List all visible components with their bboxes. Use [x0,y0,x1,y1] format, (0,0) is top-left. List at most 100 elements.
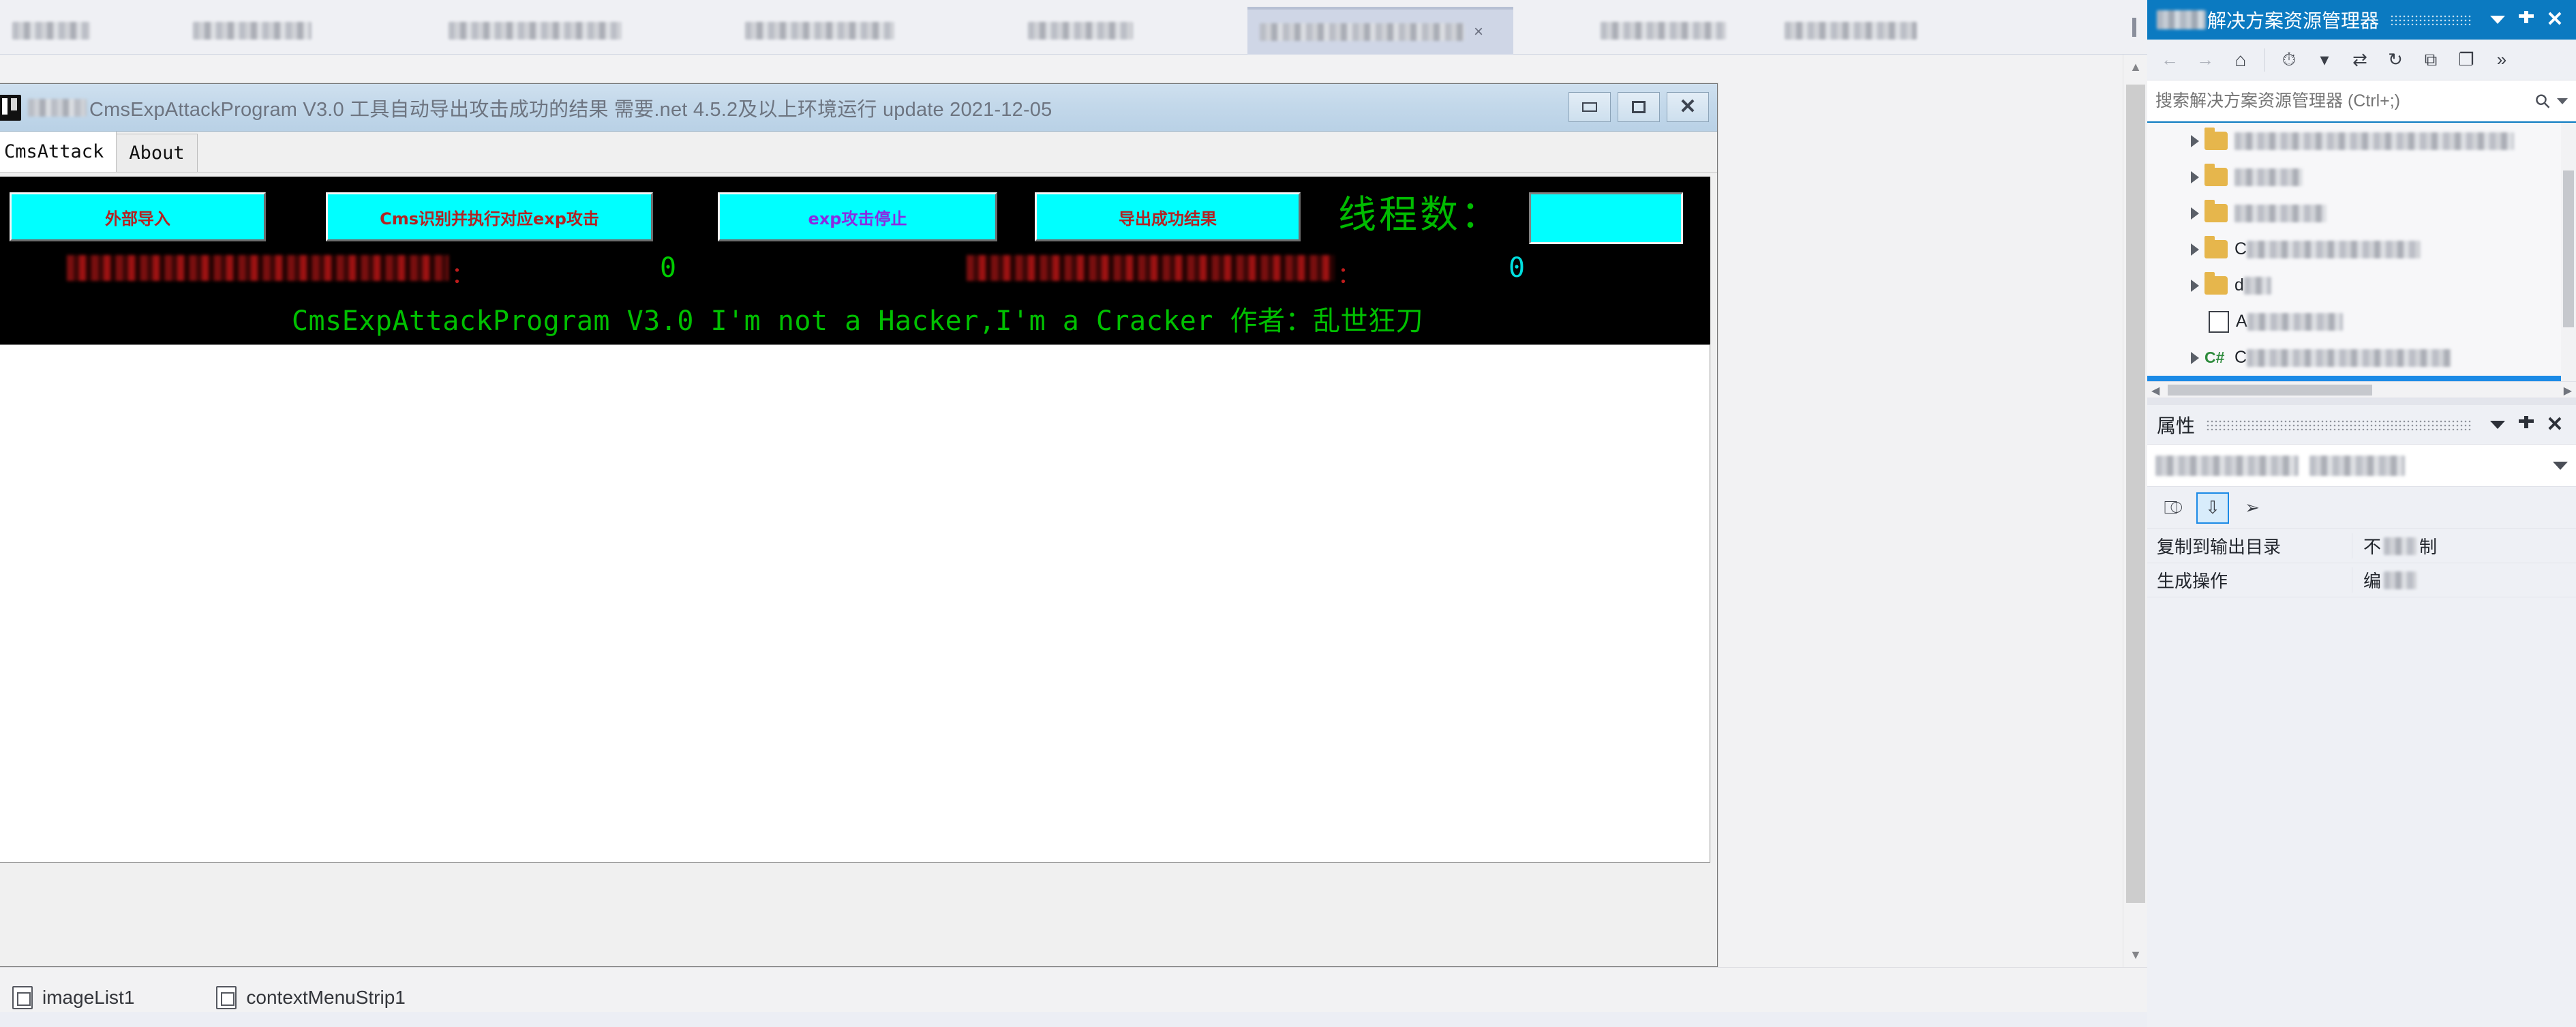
thread-count-input[interactable] [1529,192,1683,244]
counter-row: ： 0 ： 0 [0,245,1710,295]
selected-object-type [2309,455,2405,476]
expander-icon[interactable] [2191,134,2199,147]
tree-item[interactable]: C# C [2147,340,2576,376]
export-results-button[interactable]: 导出成功结果 [1035,192,1301,241]
total-count-value: 0 [660,252,677,284]
forward-icon[interactable]: → [2189,44,2221,76]
tree-item[interactable] [2147,195,2576,231]
scrollbar-thumb[interactable] [2168,385,2372,396]
chevron-down-icon[interactable] [2553,461,2568,470]
expander-icon[interactable] [2191,243,2199,256]
document-tab[interactable] [1016,7,1145,55]
maximize-button[interactable] [1618,92,1660,122]
pin-button[interactable] [2512,411,2541,439]
scroll-up-icon[interactable]: ▲ [2123,55,2147,79]
show-all-files-icon[interactable]: ❐ [2451,44,2482,76]
tab-about[interactable]: About [116,134,198,172]
tree-item[interactable]: C [2147,231,2576,267]
back-icon[interactable]: ← [2154,44,2185,76]
properties-object-selector[interactable] [2147,445,2576,487]
tree-item-label [2234,168,2303,186]
stop-attack-button[interactable]: exp攻击停止 [718,192,997,241]
panel-close-button[interactable]: ✕ [2541,5,2569,34]
tree-horizontal-scrollbar[interactable]: ◀ ▶ [2147,382,2576,398]
document-tab[interactable] [733,7,907,55]
tray-item-label: contextMenuStrip1 [246,986,406,1008]
tree-item[interactable] [2147,123,2576,159]
cms-detect-and-exploit-button[interactable]: Cms识别并执行对应exp攻击 [326,192,653,241]
properties-toolbar: ⎄ ⇩ ➢ [2147,487,2576,529]
alphabetical-sort-icon[interactable]: ⇩ [2196,492,2229,524]
document-tab[interactable] [1588,7,1738,55]
scrollbar-thumb[interactable] [2563,170,2574,327]
document-tab[interactable] [436,7,634,55]
dock-divider[interactable] [2147,398,2576,405]
collapse-all-icon[interactable]: ⧉ [2415,44,2446,76]
banner-text: CmsExpAttackProgram V3.0 I'm not a Hacke… [291,306,1424,337]
chevron-down-icon[interactable] [2557,98,2568,104]
chevron-down-icon[interactable]: ▾ [2309,44,2340,76]
results-listview[interactable] [0,344,1710,863]
property-value-suffix: 制 [2419,537,2438,557]
property-value-prefix: 编 [2363,571,2382,591]
tree-item[interactable]: d [2147,267,2576,303]
document-tab[interactable] [1772,7,1929,55]
success-count-label-redacted [967,255,1335,281]
form-title: CmsExpAttackProgram V3.0 工具自动导出攻击成功的结果 需… [89,98,1052,121]
tray-item-imagelist[interactable]: imageList1 [12,985,134,1009]
expander-icon[interactable] [2191,279,2199,292]
tree-item[interactable]: A [2147,303,2576,340]
scroll-right-icon[interactable]: ▶ [2564,384,2572,398]
panel-menu-button[interactable] [2483,411,2512,439]
solution-explorer-title-redacted-prefix [2157,10,2206,29]
designer-vertical-scrollbar[interactable]: ▲ ▼ [2123,55,2147,967]
minimize-button[interactable] [1569,92,1611,122]
property-value-redacted [2384,537,2417,555]
expander-icon[interactable] [2191,207,2199,220]
close-icon: ✕ [2546,8,2564,31]
scrollbar-thumb[interactable] [2126,85,2145,903]
property-value[interactable]: 不 制 [2352,533,2576,559]
home-icon[interactable]: ⌂ [2225,44,2256,76]
property-row[interactable]: 复制到输出目录 不 制 [2147,529,2576,563]
sync-with-active-document-icon[interactable]: ⇄ [2344,44,2376,76]
expander-icon[interactable] [2191,351,2199,364]
panel-menu-button[interactable] [2483,5,2512,34]
title-dots [2390,14,2472,25]
close-icon[interactable]: × [1474,23,1483,42]
scroll-left-icon[interactable]: ◀ [2151,384,2160,398]
solution-explorer-tree[interactable]: C d A C# C C [2147,123,2576,382]
scroll-down-icon[interactable]: ▼ [2123,942,2147,967]
search-input[interactable] [2155,91,2536,111]
document-tab[interactable] [181,7,324,55]
categorized-icon[interactable]: ⎄ [2157,492,2189,524]
tree-item-prefix: C [2234,239,2247,258]
tray-item-contextmenustrip[interactable]: contextMenuStrip1 [216,985,406,1009]
property-value[interactable]: 编 [2352,567,2576,593]
panel-close-button[interactable]: ✕ [2541,411,2569,439]
close-icon: ✕ [2546,413,2564,436]
tab-overflow-icon[interactable] [2132,18,2136,37]
document-tab[interactable] [0,7,102,55]
toolbar-overflow-icon[interactable]: » [2486,44,2517,76]
close-button[interactable]: ✕ [1667,92,1709,122]
document-tab-active[interactable]: × [1247,7,1513,55]
tab-cmsattack[interactable]: CmsAttack [0,131,117,172]
refresh-icon[interactable]: ↻ [2380,44,2411,76]
events-icon[interactable]: ➢ [2236,492,2269,524]
external-import-button[interactable]: 外部导入 [10,192,266,241]
expander-icon[interactable] [2191,170,2199,183]
vs-ide-window: × CmsExpAttackProgram V3.0 工具自动导出攻击成功的结果… [0,0,2576,1027]
context-menu-strip-icon [216,985,237,1009]
tree-vertical-scrollbar[interactable] [2561,123,2576,381]
pending-changes-icon[interactable]: ⏱ [2273,44,2305,76]
form-tab-control: CmsAttack About [0,131,1717,173]
pin-button[interactable] [2512,5,2541,34]
tree-item-label [2243,276,2271,295]
tree-item-selected[interactable]: C [2147,376,2576,381]
property-row[interactable]: 生成操作 编 [2147,563,2576,597]
tree-item[interactable] [2147,159,2576,195]
total-count-colon: ： [451,262,474,289]
document-tab-label [193,22,312,40]
right-dock: 解决方案资源管理器 ✕ ← → ⌂ ⏱ ▾ ⇄ ↻ ⧉ ❐ » ⚲ [2147,0,2576,1027]
